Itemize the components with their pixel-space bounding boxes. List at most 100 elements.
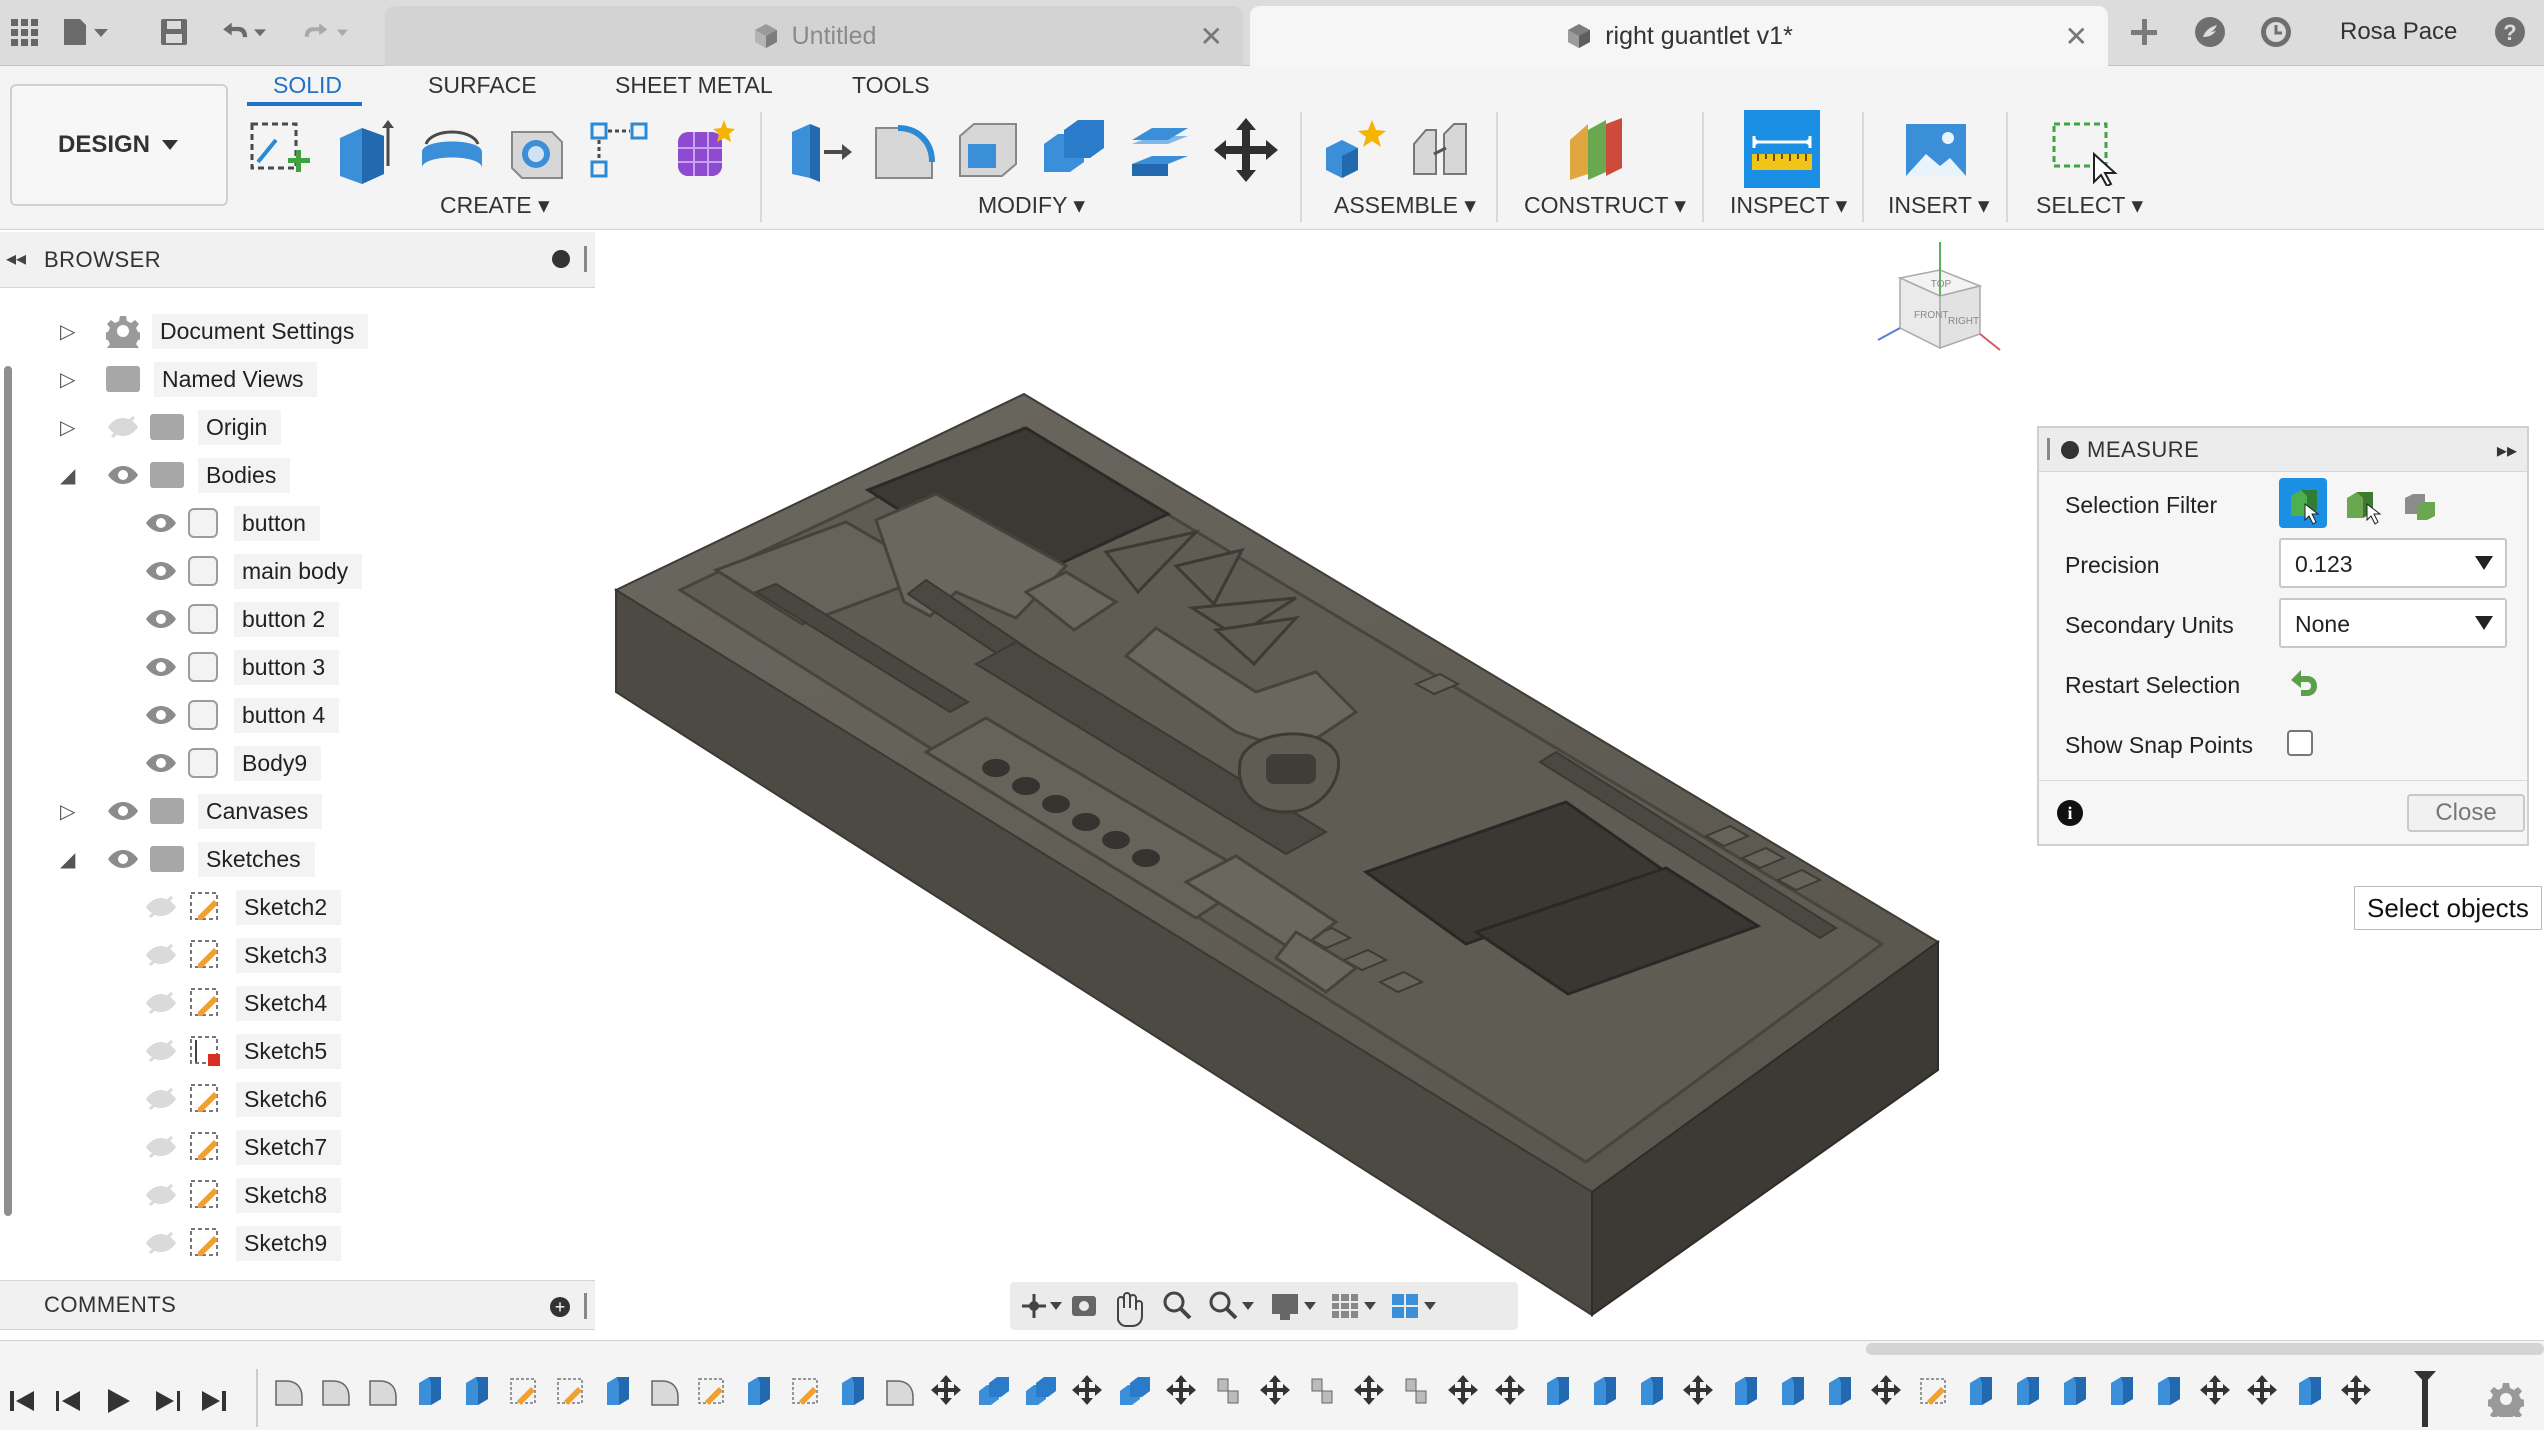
timeline-extrude-icon[interactable] xyxy=(2299,1377,2321,1405)
timeline-extrude-icon[interactable] xyxy=(1970,1377,1992,1405)
tree-item-sketches[interactable]: ◢ Sketches xyxy=(60,840,315,878)
eye-icon[interactable] xyxy=(144,751,178,775)
timeline-move-icon[interactable] xyxy=(2341,1375,2371,1405)
eye-icon[interactable] xyxy=(144,607,178,631)
expand-icon[interactable]: ▷ xyxy=(60,367,75,392)
look-at-icon[interactable] xyxy=(1072,1296,1096,1316)
minimize-icon[interactable] xyxy=(2061,441,2079,459)
timeline-fillet-icon[interactable] xyxy=(275,1380,303,1406)
press-pull-icon[interactable] xyxy=(784,114,856,186)
tab-solid[interactable]: SOLID xyxy=(273,72,342,99)
panel-grip-icon[interactable] xyxy=(584,246,587,272)
tree-item-canvases[interactable]: ▷ Canvases xyxy=(60,792,323,830)
tree-item-body-button-3[interactable]: button 3 xyxy=(144,648,340,686)
timeline-move-icon[interactable] xyxy=(2247,1375,2277,1405)
timeline-extrude-icon[interactable] xyxy=(1735,1377,1757,1405)
close-button[interactable]: Close xyxy=(2407,794,2525,832)
browser-scrollbar[interactable] xyxy=(4,366,12,1216)
collapse-panel-icon[interactable]: ◂◂ xyxy=(6,246,26,271)
tab-untitled[interactable]: Untitled ✕ xyxy=(385,6,1243,66)
timeline-extrude-icon[interactable] xyxy=(2017,1377,2039,1405)
timeline-move-icon[interactable] xyxy=(931,1375,961,1405)
tree-item-origin[interactable]: ▷ Origin xyxy=(60,408,282,446)
add-comment-icon[interactable]: + xyxy=(550,1297,570,1317)
tree-item-sketch9[interactable]: Sketch9 xyxy=(144,1224,342,1262)
tree-item-sketch5[interactable]: Sketch5 xyxy=(144,1032,342,1070)
timeline-joint-icon[interactable] xyxy=(1405,1378,1427,1404)
timeline-extrude-icon[interactable] xyxy=(842,1377,864,1405)
select-component-filter-icon[interactable] xyxy=(2395,478,2443,528)
select-menu[interactable]: SELECT ▾ xyxy=(2036,192,2143,219)
go-to-end-icon[interactable] xyxy=(196,1383,232,1419)
timeline-extrude-icon[interactable] xyxy=(1547,1377,1569,1405)
timeline-extrude-icon[interactable] xyxy=(607,1377,629,1405)
timeline-features[interactable] xyxy=(270,1371,2440,1427)
measure-icon[interactable] xyxy=(1744,110,1820,188)
joint-icon[interactable] xyxy=(1404,114,1476,186)
fillet-icon[interactable] xyxy=(868,114,940,186)
timeline-extrude-icon[interactable] xyxy=(2064,1377,2086,1405)
timeline-move-icon[interactable] xyxy=(1871,1375,1901,1405)
hidden-eye-icon[interactable] xyxy=(144,895,178,919)
timeline-extrude-icon[interactable] xyxy=(2111,1377,2133,1405)
expand-dialog-icon[interactable]: ▸▸ xyxy=(2497,438,2517,463)
timeline-joint-icon[interactable] xyxy=(1311,1378,1333,1404)
eye-icon[interactable] xyxy=(144,703,178,727)
timeline-sketch-icon[interactable] xyxy=(510,1378,536,1405)
eye-icon[interactable] xyxy=(106,799,140,823)
hidden-eye-icon[interactable] xyxy=(144,1135,178,1159)
hidden-eye-icon[interactable] xyxy=(144,943,178,967)
timeline-combine-icon[interactable] xyxy=(1120,1377,1150,1405)
tree-item-body-main-body[interactable]: main body xyxy=(144,552,363,590)
tree-item-sketch3[interactable]: Sketch3 xyxy=(144,936,342,974)
timeline-move-icon[interactable] xyxy=(2200,1375,2230,1405)
timeline-extrude-icon[interactable] xyxy=(2158,1377,2180,1405)
eye-icon[interactable] xyxy=(144,559,178,583)
viewports-icon[interactable] xyxy=(1392,1294,1436,1318)
timeline-extrude-icon[interactable] xyxy=(1594,1377,1616,1405)
tab-right-guantlet[interactable]: right guantlet v1* ✕ xyxy=(1250,6,2108,66)
timeline-move-icon[interactable] xyxy=(1683,1375,1713,1405)
hidden-eye-icon[interactable] xyxy=(144,1039,178,1063)
tree-item-sketch2[interactable]: Sketch2 xyxy=(144,888,342,926)
timeline-sketch-icon[interactable] xyxy=(698,1378,724,1405)
combine-icon[interactable] xyxy=(1038,114,1110,186)
timeline-extrude-icon[interactable] xyxy=(1782,1377,1804,1405)
move-copy-icon[interactable] xyxy=(1210,114,1282,186)
hole-icon[interactable] xyxy=(500,114,572,186)
assemble-menu[interactable]: ASSEMBLE ▾ xyxy=(1334,192,1476,219)
job-status-icon[interactable] xyxy=(2252,8,2300,56)
tab-sheet-metal[interactable]: SHEET METAL xyxy=(615,72,773,99)
panel-grip-icon[interactable] xyxy=(2047,438,2050,460)
insert-menu[interactable]: INSERT ▾ xyxy=(1888,192,1989,219)
timeline-joint-icon[interactable] xyxy=(1217,1378,1239,1404)
info-icon[interactable]: i xyxy=(2057,800,2083,826)
expand-icon[interactable]: ▷ xyxy=(60,799,75,824)
tree-item-named-views[interactable]: ▷ Named Views xyxy=(60,360,318,398)
pan-icon[interactable] xyxy=(1117,1292,1143,1327)
tree-item-body-button[interactable]: button xyxy=(144,504,320,542)
rectangular-pattern-icon[interactable] xyxy=(584,114,656,186)
timeline-sketch-icon[interactable] xyxy=(792,1378,818,1405)
tree-item-body-button-4[interactable]: button 4 xyxy=(144,696,340,734)
eye-icon[interactable] xyxy=(144,655,178,679)
select-face-filter-icon[interactable] xyxy=(2279,478,2327,528)
collapse-icon[interactable]: ◢ xyxy=(60,463,75,488)
hidden-eye-icon[interactable] xyxy=(144,991,178,1015)
construct-menu[interactable]: CONSTRUCT ▾ xyxy=(1524,192,1686,219)
zoom-icon[interactable] xyxy=(1163,1291,1192,1320)
precision-select[interactable]: 0.123 xyxy=(2279,538,2507,588)
viewcube[interactable]: TOP FRONT RIGHT xyxy=(1877,242,2001,351)
modify-menu[interactable]: MODIFY ▾ xyxy=(978,192,1085,219)
eye-icon[interactable] xyxy=(106,847,140,871)
panel-options-icon[interactable] xyxy=(552,250,570,268)
tree-item-document-settings[interactable]: ▷ Document Settings xyxy=(60,312,369,356)
panel-grip-icon[interactable] xyxy=(584,1293,587,1319)
timeline-fillet-icon[interactable] xyxy=(651,1380,679,1406)
secondary-units-select[interactable]: None xyxy=(2279,598,2507,648)
timeline-extrude-icon[interactable] xyxy=(466,1377,488,1405)
timeline-combine-icon[interactable] xyxy=(1026,1377,1056,1405)
timeline-fillet-icon[interactable] xyxy=(322,1380,350,1406)
timeline-fillet-icon[interactable] xyxy=(886,1380,914,1406)
play-icon[interactable] xyxy=(100,1383,136,1419)
